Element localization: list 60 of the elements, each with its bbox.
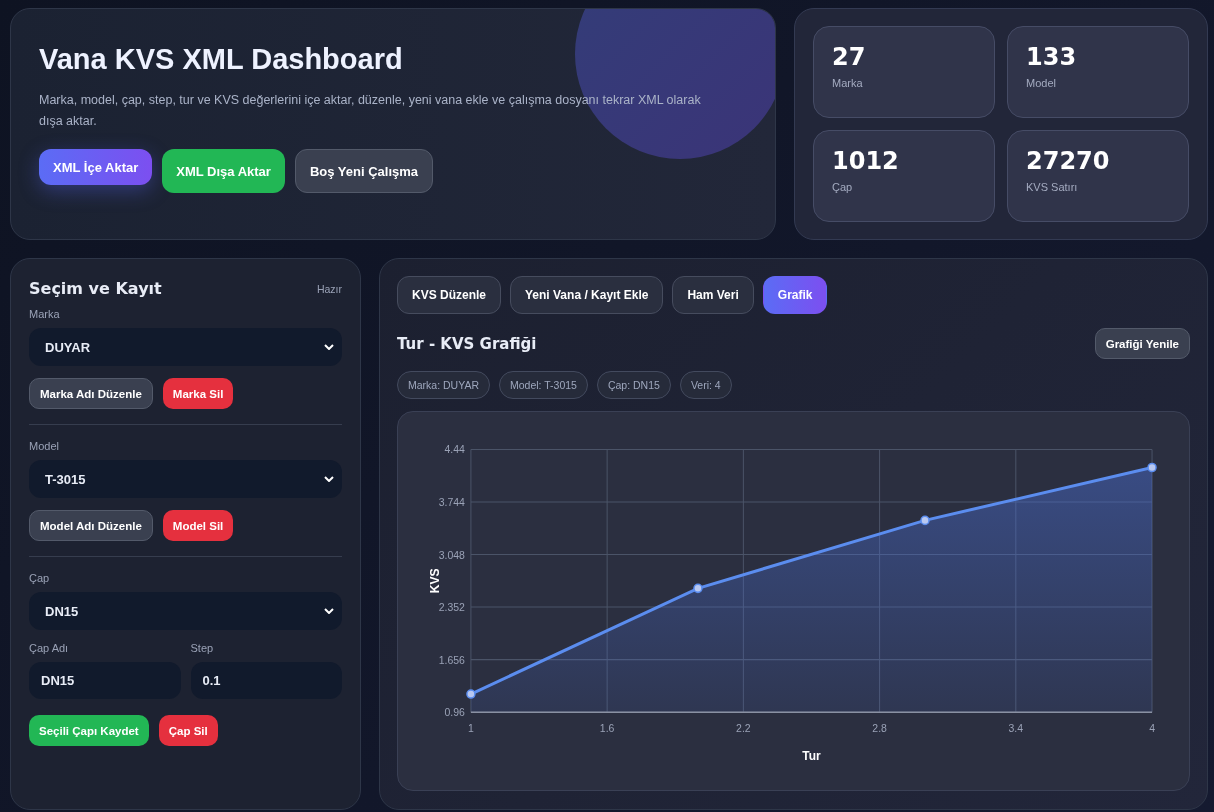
delete-button[interactable]: Çap Sil	[158, 715, 218, 746]
info-chip: Veri: 4	[679, 371, 732, 399]
stat-value: 27	[832, 43, 867, 71]
y-tick-label: 3.048	[438, 548, 465, 561]
edit-button[interactable]: Marka Adı Düzenle	[29, 378, 153, 409]
stat-value: 27270	[1026, 147, 1111, 175]
x-axis-title: Tur	[802, 748, 821, 763]
x-tick-label: 1.6	[599, 722, 615, 735]
panel-title: Seçim ve Kayıt	[29, 279, 162, 298]
delete-button[interactable]: Marka Sil	[162, 378, 234, 409]
y-tick-label: 1.656	[438, 653, 465, 666]
info-chip: Çap: DN15	[596, 371, 671, 399]
stat-label: Marka	[832, 77, 864, 89]
data-point	[920, 515, 930, 526]
new-work-button[interactable]: Boş Yeni Çalışma	[294, 149, 434, 194]
stat-label: Model	[1026, 77, 1057, 89]
tab[interactable]: Grafik	[762, 276, 828, 314]
edit-button[interactable]: Model Adı Düzenle	[29, 510, 153, 541]
field-label: Model	[29, 440, 60, 452]
data-point	[693, 583, 703, 594]
tab[interactable]: Yeni Vana / Kayıt Ekle	[510, 276, 664, 314]
y-tick-label: 4.44	[444, 443, 465, 456]
y-axis-title: KVS	[428, 568, 442, 594]
field-label: Step	[190, 642, 215, 654]
info-chip: Model: T-3015	[499, 371, 588, 399]
chevron-icon	[324, 608, 334, 614]
import-button[interactable]: XML İçe Aktar	[39, 149, 153, 186]
stat-label: KVS Satırı	[1026, 181, 1079, 193]
x-tick-label: 4	[1149, 722, 1155, 735]
chevron-icon	[324, 476, 334, 482]
input-field[interactable]: 0.1	[190, 662, 342, 699]
field-label: Çap Adı	[29, 642, 70, 654]
stat-value: 133	[1026, 43, 1078, 71]
select-field[interactable]: DN15	[29, 592, 342, 630]
data-point	[1147, 462, 1157, 473]
y-tick-label: 0.96	[444, 706, 465, 719]
tab[interactable]: Ham Veri	[672, 276, 754, 314]
status-text: Hazır	[316, 282, 342, 295]
info-chip: Marka: DUYAR	[397, 371, 490, 399]
data-point	[466, 689, 476, 699]
delete-button[interactable]: Model Sil	[162, 510, 234, 541]
x-tick-label: 2.8	[872, 722, 887, 735]
tab[interactable]: KVS Düzenle	[397, 276, 501, 314]
stat-label: Çap	[832, 181, 854, 193]
chart-title: Tur - KVS Grafiği	[397, 334, 537, 353]
x-tick-label: 2.2	[736, 722, 751, 735]
field-label: Marka	[29, 308, 61, 320]
x-tick-label: 1	[468, 722, 474, 735]
y-tick-label: 3.744	[438, 495, 465, 508]
refresh-chart-button[interactable]: Grafiği Yenile	[1094, 328, 1190, 359]
dashboard-title: Vana KVS XML Dashboard	[39, 43, 404, 76]
dashboard-description: Marka, model, çap, step, tur ve KVS değerlerini içe aktar, düzenle, yeni vana ekle ve çalışma dosyanı tekrar XML olarak dışa aktar.	[39, 92, 702, 130]
y-tick-label: 2.352	[438, 601, 465, 614]
x-tick-label: 3.4	[1008, 722, 1024, 735]
stat-value: 1012	[832, 147, 900, 175]
field-label: Çap	[29, 572, 51, 584]
chevron-icon	[324, 344, 334, 350]
input-field[interactable]: DN15	[29, 662, 181, 699]
select-field[interactable]: DUYAR	[29, 328, 342, 366]
select-field[interactable]: T-3015	[29, 460, 342, 498]
